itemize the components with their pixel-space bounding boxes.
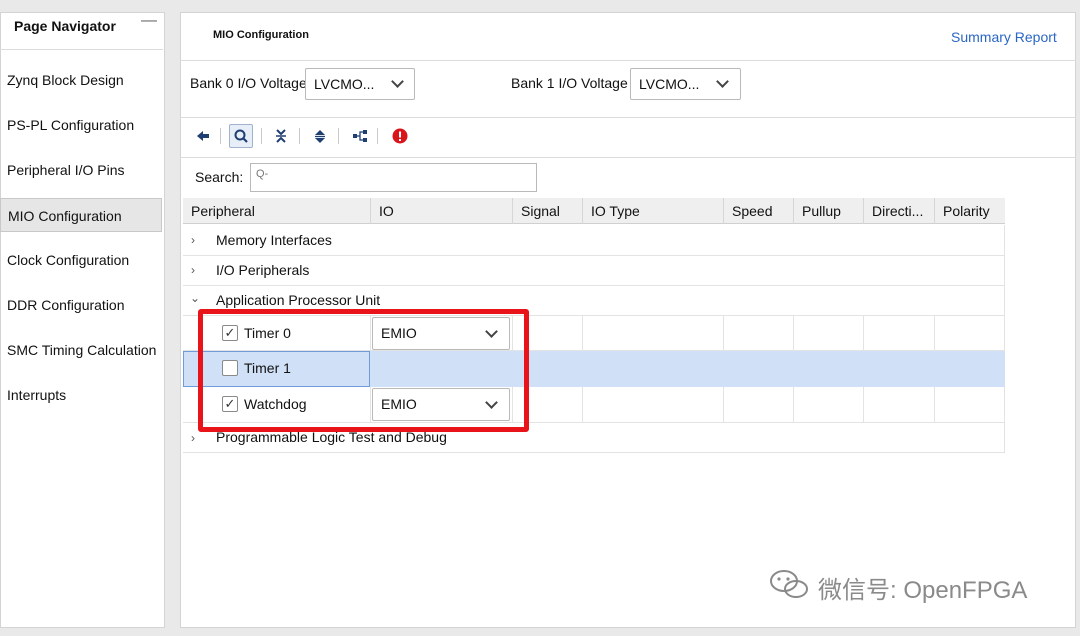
nav-item-mio-configuration[interactable]: MIO Configuration [0, 198, 162, 232]
column-header-speed[interactable]: Speed [723, 198, 793, 224]
nav-item-clock-configuration[interactable]: Clock Configuration [0, 243, 163, 277]
minimize-icon[interactable]: — [141, 12, 157, 30]
nav-item-peripheral-io-pins[interactable]: Peripheral I/O Pins [0, 153, 163, 187]
back-arrow-icon[interactable] [191, 124, 215, 148]
bank0-voltage-label: Bank 0 I/O Voltage [190, 75, 307, 91]
bank0-voltage-value: LVCMO... [314, 76, 375, 92]
bank1-voltage-label: Bank 1 I/O Voltage [511, 75, 628, 91]
column-header-pullup[interactable]: Pullup [793, 198, 863, 224]
column-header-polarity[interactable]: Polarity [934, 198, 1005, 224]
hierarchy-icon[interactable] [348, 124, 372, 148]
search-placeholder: Q- [256, 168, 269, 180]
toolbar-divider-line [181, 157, 1075, 158]
chevron-down-icon [391, 75, 404, 88]
highlight-box [198, 309, 529, 432]
wechat-icon [770, 570, 808, 598]
nav-item-interrupts[interactable]: Interrupts [0, 378, 163, 412]
voltage-divider [181, 117, 1075, 118]
column-header-io-type[interactable]: IO Type [582, 198, 723, 224]
search-icon[interactable] [229, 124, 253, 148]
toolbar-divider [299, 128, 300, 144]
chevron-right-icon[interactable]: › [191, 431, 195, 445]
bank0-voltage-dropdown[interactable]: LVCMO... [305, 68, 415, 100]
toolbar-divider [220, 128, 221, 144]
nav-item-ps-pl-configuration[interactable]: PS-PL Configuration [0, 108, 163, 142]
toolbar-divider [338, 128, 339, 144]
search-label: Search: [195, 169, 244, 185]
column-header-peripheral[interactable]: Peripheral [183, 198, 370, 224]
nav-item-smc-timing-calculation[interactable]: SMC Timing Calculation [0, 333, 163, 367]
column-header-signal[interactable]: Signal [512, 198, 582, 224]
watermark-text: 微信号: OpenFPGA [818, 577, 1028, 604]
chevron-right-icon[interactable]: › [191, 263, 195, 277]
group-application-processor-unit: Application Processor Unit [216, 292, 381, 308]
collapse-all-icon[interactable] [269, 124, 293, 148]
nav-item-ddr-configuration[interactable]: DDR Configuration [0, 288, 163, 322]
bank1-voltage-value: LVCMO... [639, 76, 700, 92]
nav-item-zynq-block-design[interactable]: Zynq Block Design [0, 63, 163, 97]
search-input[interactable] [250, 163, 537, 192]
column-header-direction[interactable]: Directi... [863, 198, 934, 224]
navigator-divider [0, 49, 163, 50]
toolbar-divider [261, 128, 262, 144]
column-header-io[interactable]: IO [370, 198, 512, 224]
summary-report-link[interactable]: Summary Report [951, 29, 1057, 45]
header-divider [181, 60, 1075, 61]
page-title: MIO Configuration [213, 29, 309, 41]
page-navigator-title: Page Navigator [14, 18, 116, 34]
error-icon[interactable] [388, 124, 412, 148]
group-io-peripherals: I/O Peripherals [216, 262, 310, 278]
bank1-voltage-dropdown[interactable]: LVCMO... [630, 68, 741, 100]
expand-all-icon[interactable] [308, 124, 332, 148]
chevron-down-icon[interactable]: ⌄ [190, 291, 200, 305]
chevron-right-icon[interactable]: › [191, 233, 195, 247]
group-memory-interfaces: Memory Interfaces [216, 232, 332, 248]
toolbar-divider [377, 128, 378, 144]
chevron-down-icon [716, 75, 729, 88]
